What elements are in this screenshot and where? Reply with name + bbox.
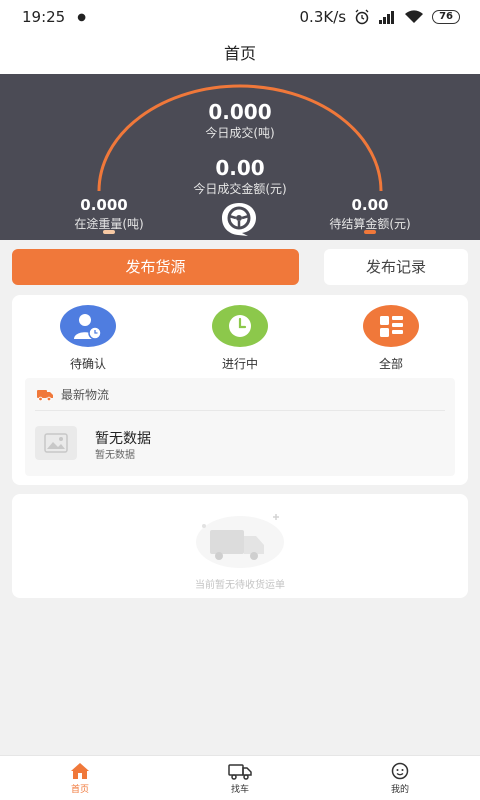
profile-icon	[391, 762, 409, 780]
signal-icon	[379, 11, 395, 24]
today-amount-value: 0.00	[215, 156, 265, 180]
empty-waybill-text: 当前暂无待收货运单	[195, 580, 285, 591]
status-bar: 19:25 ● 0.3K/s 76	[0, 0, 480, 34]
steering-wheel-icon	[222, 203, 256, 236]
stat-all[interactable]: 全部	[346, 305, 436, 372]
clock-icon	[212, 305, 268, 347]
grid-list-icon	[363, 305, 419, 347]
page-title: 首页	[0, 34, 480, 74]
logistics-divider	[35, 410, 445, 411]
wifi-icon	[405, 10, 424, 23]
logistics-empty-sub: 暂无数据	[95, 450, 135, 461]
status-left: 19:25 ●	[22, 8, 86, 26]
truck-icon	[228, 764, 252, 780]
truck-small-icon	[37, 389, 53, 401]
logistics-header: 最新物流	[37, 386, 109, 403]
dashboard-panel: 0.000 今日成交(吨) 0.00 今日成交金额(元) 0.000 在途重量(…	[0, 74, 480, 240]
today-amount-label: 今日成交金额(元)	[193, 182, 287, 196]
pending-amount-value: 0.00	[351, 196, 389, 214]
home-icon	[71, 763, 89, 779]
status-right: 0.3K/s 76	[300, 8, 460, 26]
tab-find-truck[interactable]: 找车	[210, 762, 270, 795]
stat-in-progress[interactable]: 进行中	[195, 305, 285, 372]
transit-weight-value: 0.000	[80, 196, 128, 214]
left-indicator	[103, 230, 115, 234]
stat-pending-label: 待确认	[69, 357, 106, 371]
publish-history-button[interactable]: 发布记录	[324, 249, 468, 285]
image-placeholder-icon	[35, 426, 77, 460]
stat-pending[interactable]: 待确认	[43, 305, 133, 372]
logistics-header-label: 最新物流	[61, 388, 110, 402]
status-time: 19:25	[22, 8, 66, 26]
network-speed: 0.3K/s	[299, 8, 347, 26]
battery-icon: 76	[432, 10, 460, 24]
today-volume-value: 0.000	[208, 100, 272, 124]
logistics-empty-title: 暂无数据	[95, 431, 151, 447]
tab-profile-label: 我的	[390, 785, 409, 795]
publish-cargo-button[interactable]: 发布货源	[12, 249, 299, 285]
stat-in-progress-label: 进行中	[221, 357, 258, 371]
right-indicator	[364, 230, 376, 234]
tab-home[interactable]: 首页	[50, 762, 110, 795]
alarm-icon	[355, 9, 369, 25]
tab-find-truck-label: 找车	[230, 785, 249, 795]
notification-icon: ●	[77, 11, 86, 23]
today-volume-label: 今日成交(吨)	[205, 126, 275, 140]
empty-truck-icon	[196, 514, 284, 568]
latest-logistics[interactable]: 最新物流 暂无数据 暂无数据	[25, 378, 455, 476]
bottom-tab-bar: 首页 找车 我的	[0, 755, 480, 800]
tab-profile[interactable]: 我的	[370, 762, 430, 795]
user-clock-icon	[60, 305, 116, 347]
stat-all-label: 全部	[378, 357, 403, 371]
tab-home-label: 首页	[70, 785, 89, 795]
pending-waybill-card: 当前暂无待收货运单	[12, 494, 468, 598]
